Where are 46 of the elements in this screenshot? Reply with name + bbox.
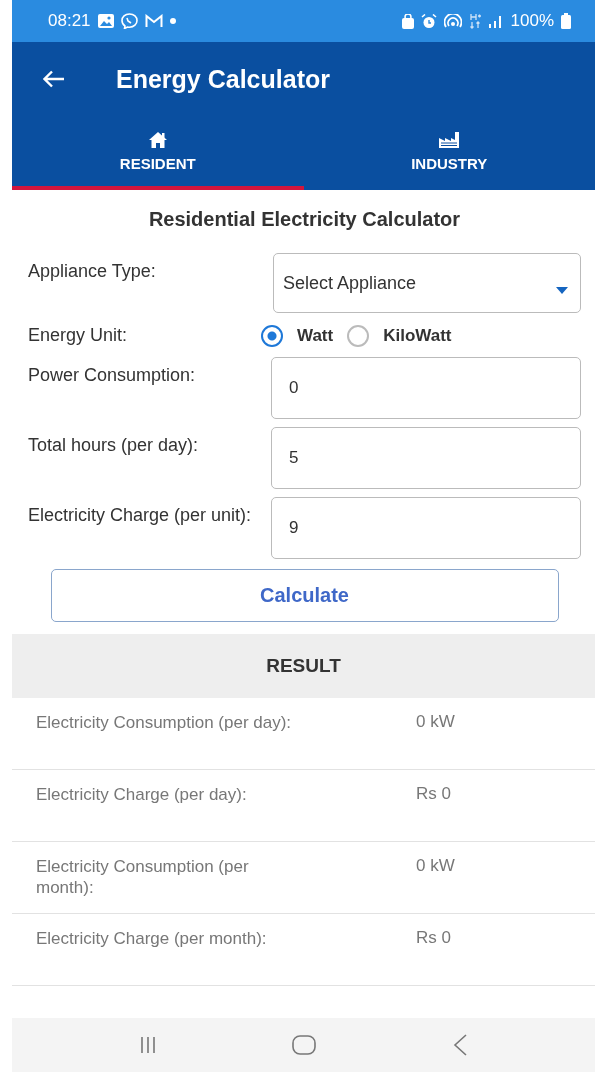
tab[interactable]: RESIDENT <box>12 116 304 190</box>
radio-button[interactable] <box>347 325 370 347</box>
result-value: Rs 0 <box>416 784 451 805</box>
field-label: Appliance Type: <box>28 260 157 283</box>
house-icon <box>147 130 168 149</box>
radio-label: KiloWatt <box>383 326 452 346</box>
home-icon <box>292 1035 317 1055</box>
field-label: Total hours (per day): <box>28 434 200 457</box>
dot-icon <box>169 18 176 24</box>
chevron-left-icon <box>452 1034 467 1056</box>
battery-icon <box>561 13 571 29</box>
alarm-icon <box>420 13 437 29</box>
result-label: Electricity Consumption (per day): <box>36 712 293 734</box>
app-title: Energy Calculator <box>116 64 330 94</box>
back-arrow-icon <box>43 70 65 88</box>
dropdown-caret-icon <box>556 286 568 294</box>
result-value: 0 kW <box>416 856 455 877</box>
lock-icon <box>401 13 414 29</box>
section-heading: Residential Electricity Calculator <box>147 208 462 231</box>
network-icon <box>468 13 481 29</box>
battery-percent: 100% <box>510 11 554 31</box>
radio-label: Watt <box>297 326 334 346</box>
field-label: Electricity Charge (per unit): <box>28 504 253 527</box>
radio-button[interactable] <box>261 325 283 347</box>
result-value: 0 kW <box>416 712 455 733</box>
tab[interactable]: INDUSTRY <box>303 116 595 190</box>
result-label: Electricity Charge (per day): <box>36 784 248 806</box>
result-label: Electricity Consumption (per month): <box>36 856 250 899</box>
input-field[interactable]: 9 <box>271 497 581 559</box>
hotspot-icon <box>443 14 462 28</box>
factory-icon <box>439 130 460 149</box>
input-field[interactable]: 0 <box>271 357 581 419</box>
result-value: Rs 0 <box>416 928 451 949</box>
input-field[interactable]: 5 <box>271 427 581 489</box>
image-icon <box>97 14 114 28</box>
phone-bubble-icon <box>120 13 138 29</box>
signal-icon <box>487 14 504 28</box>
mail-icon <box>144 14 163 28</box>
result-header: RESULT <box>12 634 595 698</box>
appliance-dropdown[interactable]: Select Appliance <box>273 253 581 313</box>
field-label: Energy Unit: <box>28 325 129 347</box>
recent-apps-icon <box>140 1036 157 1054</box>
result-label: Electricity Charge (per month): <box>36 928 268 950</box>
calculate-button[interactable]: Calculate <box>50 569 559 622</box>
field-label: Power Consumption: <box>28 364 197 387</box>
status-time: 08:21 <box>48 11 91 31</box>
